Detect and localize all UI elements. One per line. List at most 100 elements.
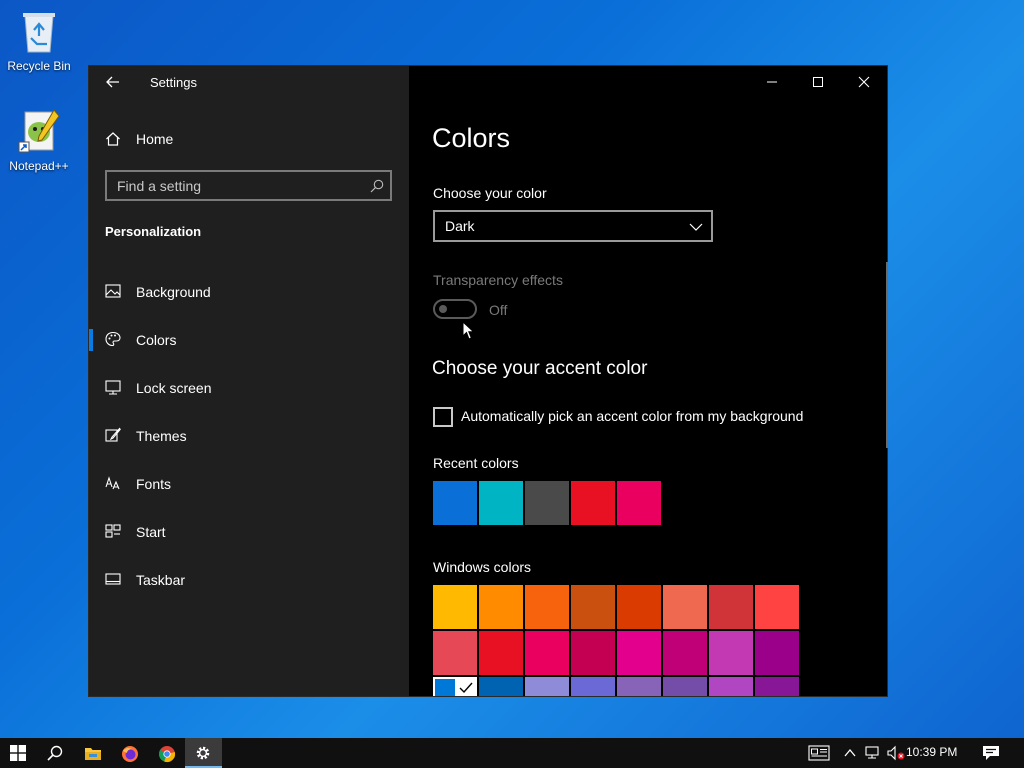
windows-color-swatch[interactable] [755, 631, 799, 675]
home-nav[interactable]: Home [105, 129, 395, 149]
color-mode-dropdown[interactable]: Dark [433, 210, 713, 242]
desktop-icon-notepad-plus-plus[interactable]: Notepad++ [0, 108, 78, 173]
windows-color-swatch[interactable] [663, 631, 707, 675]
title-bar[interactable]: Settings [89, 66, 409, 98]
app-title: Settings [150, 75, 197, 90]
close-icon [858, 76, 870, 88]
volume-muted-icon[interactable] [887, 745, 905, 761]
windows-color-swatch[interactable] [479, 677, 523, 696]
auto-accent-label: Automatically pick an accent color from … [461, 408, 804, 424]
network-icon[interactable] [865, 745, 881, 761]
taskbar-settings[interactable] [185, 738, 222, 768]
windows-colors-row [433, 631, 799, 675]
windows-color-swatch[interactable] [617, 585, 661, 629]
maximize-button[interactable] [795, 66, 841, 98]
sidebar-item-label: Taskbar [136, 572, 186, 588]
sidebar-item-start[interactable]: Start [89, 509, 409, 553]
recent-color-swatch[interactable] [479, 481, 523, 525]
recent-color-swatch[interactable] [617, 481, 661, 525]
taskbar-chrome[interactable] [148, 738, 185, 768]
windows-color-swatch[interactable] [709, 585, 753, 629]
sidebar-item-label: Themes [136, 428, 187, 444]
settings-window: Settings Home Personalization Background [88, 65, 888, 697]
taskbar: 10:39 PM [0, 738, 1024, 768]
sidebar-item-fonts[interactable]: Fonts [89, 461, 409, 505]
start-button[interactable] [0, 738, 37, 768]
chrome-icon [159, 746, 176, 763]
file-explorer-icon [85, 748, 101, 760]
sidebar-item-taskbar[interactable]: Taskbar [89, 557, 409, 601]
minimize-button[interactable] [749, 66, 795, 98]
windows-color-swatch[interactable] [571, 631, 615, 675]
start-grid-icon [105, 524, 121, 538]
colors-page: Colors Choose your color Dark Transparen… [409, 66, 889, 696]
checkmark-icon [455, 677, 477, 696]
recent-color-swatch[interactable] [525, 481, 569, 525]
search-input[interactable] [107, 172, 357, 199]
desktop-icon-recycle-bin[interactable]: Recycle Bin [0, 8, 78, 73]
search-icon [47, 745, 63, 761]
recent-colors-row [433, 481, 661, 525]
auto-accent-checkbox[interactable] [433, 407, 453, 427]
back-arrow-icon[interactable] [105, 74, 121, 90]
section-label: Personalization [105, 224, 202, 239]
windows-color-swatch[interactable] [433, 585, 477, 629]
windows-color-swatch[interactable] [663, 585, 707, 629]
gear-icon [196, 746, 210, 760]
sidebar-item-lock-screen[interactable]: Lock screen [89, 365, 409, 409]
minimize-icon [767, 81, 777, 83]
windows-color-swatch[interactable] [525, 631, 569, 675]
home-label: Home [136, 131, 174, 147]
search-box[interactable] [105, 170, 392, 201]
transparency-state: Off [489, 302, 508, 318]
recent-color-swatch[interactable] [433, 481, 477, 525]
transparency-toggle[interactable] [433, 299, 477, 319]
windows-color-swatch[interactable] [709, 631, 753, 675]
themes-brush-icon [105, 427, 121, 442]
sidebar-item-themes[interactable]: Themes [89, 413, 409, 457]
windows-color-swatch[interactable] [571, 677, 615, 696]
accent-heading: Choose your accent color [432, 358, 648, 379]
clock[interactable]: 10:39 PM [906, 745, 957, 759]
maximize-icon [813, 77, 823, 87]
windows-color-swatch[interactable] [525, 585, 569, 629]
windows-color-swatch[interactable] [663, 677, 707, 696]
windows-color-swatch[interactable] [755, 585, 799, 629]
taskbar-icon [105, 573, 121, 585]
desktop-icon-label: Notepad++ [9, 159, 69, 173]
sidebar-item-label: Background [136, 284, 211, 300]
windows-color-swatch[interactable] [525, 677, 569, 696]
recent-colors-label: Recent colors [433, 455, 519, 471]
sidebar-item-background[interactable]: Background [89, 269, 409, 313]
windows-color-swatch[interactable] [433, 631, 477, 675]
windows-colors-row [433, 677, 799, 696]
windows-color-swatch[interactable] [433, 677, 477, 696]
action-center-icon[interactable] [982, 745, 1000, 761]
chevron-up-icon[interactable] [844, 745, 856, 761]
windows-color-swatch[interactable] [617, 631, 661, 675]
firefox-icon [122, 746, 138, 762]
image-icon [105, 284, 121, 298]
sidebar-item-label: Start [136, 524, 166, 540]
page-title: Colors [432, 123, 511, 153]
sidebar-item-colors[interactable]: Colors [89, 317, 409, 361]
windows-color-swatch[interactable] [479, 631, 523, 675]
choose-color-label: Choose your color [433, 185, 547, 201]
taskbar-file-explorer[interactable] [74, 738, 111, 768]
scrollbar-thumb[interactable] [886, 262, 888, 448]
news-icon[interactable] [808, 745, 830, 761]
toggle-knob [439, 305, 447, 313]
windows-color-swatch[interactable] [479, 585, 523, 629]
search-icon[interactable] [370, 179, 384, 193]
windows-color-swatch[interactable] [709, 677, 753, 696]
taskbar-firefox[interactable] [111, 738, 148, 768]
windows-color-swatch[interactable] [617, 677, 661, 696]
taskbar-search-button[interactable] [37, 738, 74, 768]
close-button[interactable] [841, 66, 887, 98]
transparency-label: Transparency effects [433, 272, 563, 288]
recent-color-swatch[interactable] [571, 481, 615, 525]
windows-color-swatch[interactable] [755, 677, 799, 696]
fonts-icon [105, 476, 120, 490]
sidebar-item-label: Lock screen [136, 380, 212, 396]
windows-color-swatch[interactable] [571, 585, 615, 629]
